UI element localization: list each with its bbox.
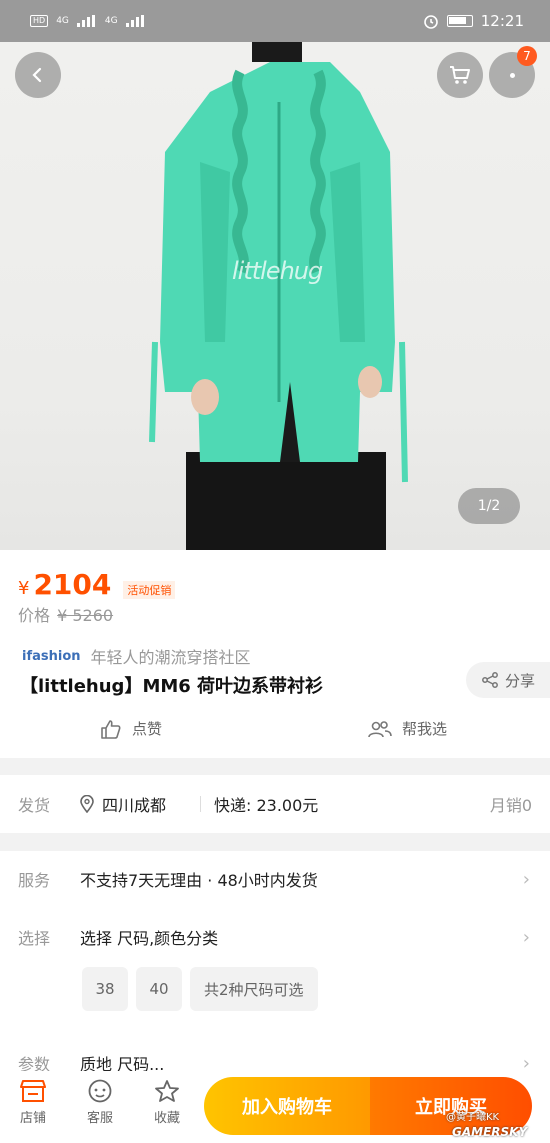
location-text: 四川成都	[102, 796, 167, 815]
promo-tag: 活动促销	[123, 581, 176, 599]
chevron-right-icon: ›	[522, 926, 530, 948]
service-card: 服务 不支持7天无理由 · 48小时内发货 › 选择 选择 尺码,颜色分类 › …	[0, 851, 550, 1081]
add-to-cart-button[interactable]: 加入购物车	[204, 1077, 370, 1135]
signal-icon	[76, 15, 95, 27]
select-value: 选择 尺码,颜色分类	[80, 929, 219, 948]
alarm-icon	[423, 15, 438, 29]
location-pin-icon	[80, 795, 94, 813]
service-value: 不支持7天无理由 · 48小时内发货	[80, 871, 318, 890]
more-button[interactable]: 7	[489, 46, 537, 98]
service-label: 服务	[18, 871, 51, 890]
status-right: 12:21	[423, 12, 524, 30]
currency-symbol: ¥	[18, 578, 30, 599]
battery-icon	[446, 15, 473, 27]
size-chip-40[interactable]: 40	[136, 967, 182, 1011]
size-chip-38[interactable]: 38	[82, 967, 128, 1011]
favorite-tab[interactable]: 收藏	[142, 1079, 192, 1126]
shipping-label: 发货	[18, 796, 51, 815]
product-title: 【littlehug】MM6 荷叶边系带衬衫	[20, 676, 324, 697]
share-label: 分享	[504, 671, 535, 690]
share-icon	[482, 672, 498, 688]
monthly-sales: 月销0	[489, 796, 532, 815]
more-dots-icon	[509, 72, 515, 78]
signal-icon-2	[125, 15, 144, 27]
service-label: 客服	[86, 1111, 113, 1126]
image-pager: 1/2	[458, 488, 520, 524]
divider	[200, 796, 201, 812]
chevron-left-icon	[32, 67, 42, 83]
overlay-watermark-site: GAMERSKY	[452, 1125, 528, 1139]
back-button[interactable]	[15, 52, 61, 98]
image-watermark: littlehug	[232, 257, 323, 285]
network-4g-1: 4G	[56, 16, 69, 26]
current-price: 2104	[33, 568, 112, 601]
clock: 12:21	[480, 12, 524, 30]
hd-badge: HD	[30, 15, 49, 27]
store-label: 店铺	[19, 1111, 46, 1126]
thumbs-up-icon	[101, 719, 121, 739]
share-button[interactable]: 分享	[466, 662, 550, 698]
favorite-label: 收藏	[153, 1111, 180, 1126]
shipping-location: 四川成都	[80, 792, 166, 816]
cart-button[interactable]	[437, 52, 483, 98]
cart-count-badge: 7	[517, 46, 537, 66]
users-icon	[368, 720, 392, 737]
signal-indicators: HD 4G 4G	[30, 15, 146, 27]
size-chips: 38 40 共2种尺码可选	[82, 967, 318, 1011]
original-price-row: 价格 ¥ 5260	[18, 602, 113, 626]
service-row[interactable]: 服务 不支持7天无理由 · 48小时内发货 ›	[0, 859, 550, 899]
customer-service-tab[interactable]: 客服	[75, 1079, 125, 1126]
help-choose-button[interactable]: 帮我选	[368, 718, 447, 739]
select-label: 选择	[18, 929, 51, 948]
size-chip-more[interactable]: 共2种尺码可选	[190, 967, 318, 1011]
like-button[interactable]: 点赞	[100, 718, 162, 739]
network-4g-2: 4G	[104, 16, 118, 26]
chat-face-icon	[88, 1079, 112, 1103]
original-price-label: 价格	[18, 606, 51, 625]
brand-slogan: 年轻人的潮流穿搭社区	[90, 648, 251, 667]
like-label: 点赞	[132, 720, 163, 738]
store-tab[interactable]: 店铺	[8, 1079, 58, 1126]
shipping-fee: 快递: 23.00元	[214, 796, 319, 815]
ifashion-logo: ifashion	[22, 648, 81, 664]
select-row[interactable]: 选择 选择 尺码,颜色分类 ›	[0, 917, 550, 957]
chevron-right-icon: ›	[522, 868, 530, 890]
overlay-watermark-user: @黄子曦KK	[446, 1112, 500, 1123]
help-label: 帮我选	[402, 720, 448, 738]
shipping-card: 发货 四川成都 快递: 23.00元 月销0	[0, 775, 550, 833]
price-card: ¥ 2104 活动促销 价格 ¥ 5260 ifashion 年轻人的潮流穿搭社…	[0, 550, 550, 758]
star-icon	[155, 1080, 179, 1102]
product-image[interactable]: littlehug	[0, 42, 550, 550]
store-icon	[20, 1080, 46, 1102]
blouse-illustration	[149, 42, 408, 483]
brand-row[interactable]: ifashion 年轻人的潮流穿搭社区	[22, 644, 251, 668]
status-bar: HD 4G 4G 12:21	[0, 0, 550, 42]
original-price: ¥ 5260	[57, 606, 114, 625]
price-row: ¥ 2104 活动促销	[18, 568, 176, 601]
cart-icon	[450, 66, 470, 84]
product-page: HD 4G 4G 12:21 littlehug 7 1/2 ¥ 2104 活动…	[0, 0, 550, 1143]
